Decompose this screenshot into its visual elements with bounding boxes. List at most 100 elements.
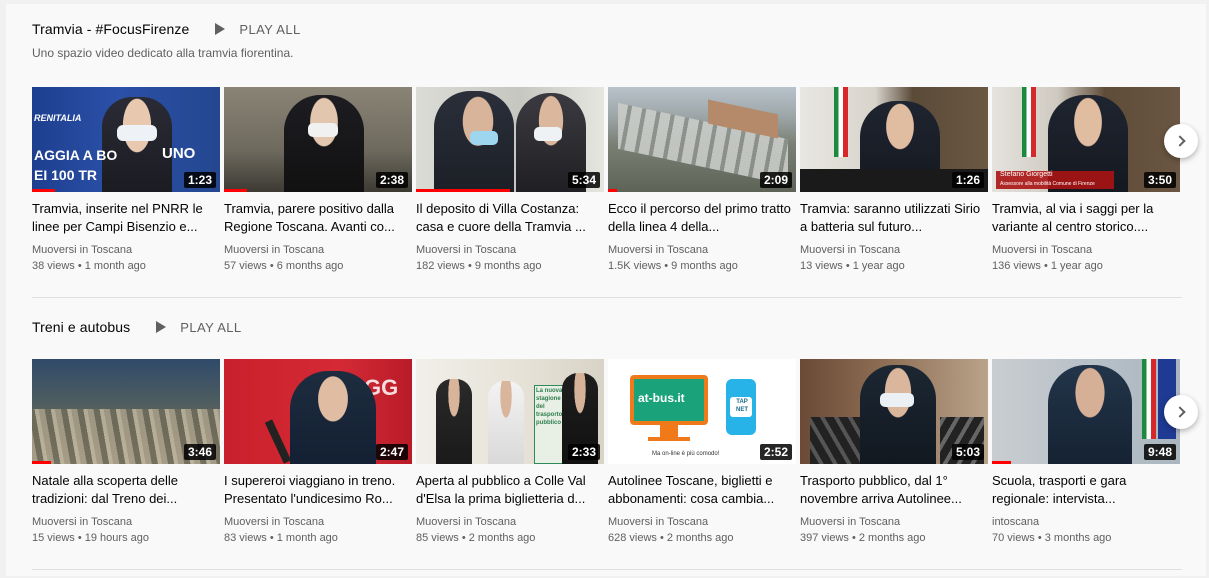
- video-duration: 2:33: [567, 444, 600, 460]
- video-row: RENITALIA AGGIA A BO UNO EI 100 TR 1:23 …: [32, 87, 1180, 274]
- video-duration: 2:47: [375, 444, 408, 460]
- thumb-text: TAP NET: [736, 399, 748, 413]
- channel-name[interactable]: Muoversi in Toscana: [416, 242, 604, 258]
- channel-name[interactable]: Muoversi in Toscana: [800, 514, 988, 530]
- video-duration: 2:38: [375, 172, 408, 188]
- video-meta: 83 views • 1 month ago: [224, 532, 338, 544]
- thumb-text: Ma on-line è più comodo!: [652, 451, 720, 457]
- watch-progress-bar: [32, 189, 55, 192]
- video-card[interactable]: 9:48 Scuola, trasporti e gara regionale:…: [992, 359, 1180, 546]
- channel-name[interactable]: Muoversi in Toscana: [608, 514, 796, 530]
- video-thumbnail[interactable]: 3:46: [32, 359, 220, 464]
- video-thumbnail[interactable]: Stefano Giorgetti Assessore alla mobilit…: [992, 87, 1180, 192]
- video-row: 3:46 Natale alla scoperta delle tradizio…: [32, 359, 1180, 546]
- shelf-title[interactable]: Treni e autobus: [32, 319, 130, 335]
- video-duration: 2:09: [759, 172, 792, 188]
- video-duration: 3:50: [1143, 172, 1176, 188]
- video-thumbnail[interactable]: RENITALIA AGGIA A BO UNO EI 100 TR 1:23: [32, 87, 220, 192]
- channel-name[interactable]: Muoversi in Toscana: [32, 514, 220, 530]
- video-meta: 1.5K views • 9 months ago: [608, 260, 738, 272]
- video-title[interactable]: Tramvia, parere positivo dalla Regione T…: [224, 200, 412, 236]
- video-thumbnail[interactable]: 5:34: [416, 87, 604, 192]
- watch-progress-bar: [32, 461, 51, 464]
- video-thumbnail[interactable]: 2:38: [224, 87, 412, 192]
- channel-name[interactable]: Muoversi in Toscana: [608, 242, 796, 258]
- watch-progress-bar: [608, 189, 618, 192]
- thumb-text: UNO: [162, 145, 196, 162]
- thumb-text: Assessore alla mobilità Comune di Firenz…: [1000, 181, 1095, 187]
- video-thumbnail[interactable]: 5:03: [800, 359, 988, 464]
- video-card[interactable]: RENITALIA AGGIA A BO UNO EI 100 TR 1:23 …: [32, 87, 220, 274]
- play-all-label: PLAY ALL: [239, 21, 301, 37]
- video-thumbnail[interactable]: La nuova stagione del trasporto pubblico…: [416, 359, 604, 464]
- video-card[interactable]: 5:34 Il deposito di Villa Costanza: casa…: [416, 87, 604, 274]
- channel-name[interactable]: Muoversi in Toscana: [416, 514, 604, 530]
- video-duration: 3:46: [183, 444, 216, 460]
- video-title[interactable]: Tramvia, al via i saggi per la variante …: [992, 200, 1180, 236]
- chevron-right-icon: [1173, 406, 1186, 418]
- video-thumbnail[interactable]: 1:26: [800, 87, 988, 192]
- video-title[interactable]: Trasporto pubblico, dal 1° novembre arri…: [800, 472, 988, 508]
- shelf-description: Uno spazio video dedicato alla tramvia f…: [32, 46, 294, 60]
- video-card[interactable]: 2:09 Ecco il percorso del primo tratto d…: [608, 87, 796, 274]
- video-meta: 38 views • 1 month ago: [32, 260, 146, 272]
- channel-name[interactable]: intoscana: [992, 514, 1180, 530]
- video-meta: 397 views • 2 months ago: [800, 532, 926, 544]
- channel-name[interactable]: Muoversi in Toscana: [224, 242, 412, 258]
- video-duration: 1:23: [183, 172, 216, 188]
- video-meta: 85 views • 2 months ago: [416, 532, 536, 544]
- channel-name[interactable]: Muoversi in Toscana: [224, 514, 412, 530]
- shelf-header: Treni e autobus PLAY ALL: [32, 316, 1182, 338]
- watch-progress-bar: [416, 189, 510, 192]
- video-meta: 15 views • 19 hours ago: [32, 532, 149, 544]
- video-card[interactable]: La nuova stagione del trasporto pubblico…: [416, 359, 604, 546]
- play-icon: [215, 23, 226, 35]
- video-card[interactable]: 2:38 Tramvia, parere positivo dalla Regi…: [224, 87, 412, 274]
- play-all-button[interactable]: PLAY ALL: [215, 22, 300, 37]
- chevron-right-icon: [1173, 135, 1186, 147]
- thumb-text: RENITALIA: [34, 113, 82, 123]
- video-thumbnail[interactable]: IAGG 2:47: [224, 359, 412, 464]
- play-all-button[interactable]: PLAY ALL: [156, 320, 241, 335]
- video-card[interactable]: at-bus.it TAP NET Ma on-line è più comod…: [608, 359, 796, 546]
- video-duration: 2:52: [759, 444, 792, 460]
- shelf-treni-autobus: Treni e autobus PLAY ALL 3:46 Natale all…: [32, 316, 1182, 544]
- shelf-divider: [32, 569, 1182, 570]
- play-all-label: PLAY ALL: [180, 319, 242, 335]
- video-thumbnail[interactable]: 9:48: [992, 359, 1180, 464]
- video-title[interactable]: Natale alla scoperta delle tradizioni: d…: [32, 472, 220, 508]
- channel-name[interactable]: Muoversi in Toscana: [800, 242, 988, 258]
- thumb-text: AGGIA A BO: [34, 147, 118, 163]
- video-title[interactable]: Tramvia, inserite nel PNRR le linee per …: [32, 200, 220, 236]
- video-duration: 9:48: [1143, 444, 1176, 460]
- shelf-header: Tramvia - #FocusFirenze PLAY ALL: [32, 18, 1182, 40]
- video-meta: 136 views • 1 year ago: [992, 260, 1103, 272]
- shelf-title[interactable]: Tramvia - #FocusFirenze: [32, 21, 189, 37]
- video-title[interactable]: Scuola, trasporti e gara regionale: inte…: [992, 472, 1180, 508]
- video-thumbnail[interactable]: at-bus.it TAP NET Ma on-line è più comod…: [608, 359, 796, 464]
- video-card[interactable]: Stefano Giorgetti Assessore alla mobilit…: [992, 87, 1180, 274]
- video-title[interactable]: Il deposito di Villa Costanza: casa e cu…: [416, 200, 604, 236]
- video-meta: 57 views • 6 months ago: [224, 260, 344, 272]
- channel-name[interactable]: Muoversi in Toscana: [992, 242, 1180, 258]
- video-title[interactable]: Tramvia: saranno utilizzati Sirio a batt…: [800, 200, 988, 236]
- video-duration: 5:03: [951, 444, 984, 460]
- video-card[interactable]: IAGG 2:47 I supereroi viaggiano in treno…: [224, 359, 412, 546]
- video-thumbnail[interactable]: 2:09: [608, 87, 796, 192]
- next-arrow-button[interactable]: [1164, 124, 1198, 158]
- video-title[interactable]: Autolinee Toscane, biglietti e abbonamen…: [608, 472, 796, 508]
- video-duration: 1:26: [951, 172, 984, 188]
- video-meta: 182 views • 9 months ago: [416, 260, 542, 272]
- video-title[interactable]: Aperta al pubblico a Colle Val d'Elsa la…: [416, 472, 604, 508]
- video-title[interactable]: Ecco il percorso del primo tratto della …: [608, 200, 796, 236]
- thumb-text: EI 100 TR: [34, 167, 98, 183]
- video-card[interactable]: 5:03 Trasporto pubblico, dal 1° novembre…: [800, 359, 988, 546]
- channel-page: Tramvia - #FocusFirenze PLAY ALL Uno spa…: [6, 4, 1206, 576]
- next-arrow-button[interactable]: [1164, 395, 1198, 429]
- video-title[interactable]: I supereroi viaggiano in treno. Presenta…: [224, 472, 412, 508]
- channel-name[interactable]: Muoversi in Toscana: [32, 242, 220, 258]
- video-card[interactable]: 1:26 Tramvia: saranno utilizzati Sirio a…: [800, 87, 988, 274]
- play-icon: [156, 321, 167, 333]
- video-duration: 5:34: [567, 172, 600, 188]
- video-card[interactable]: 3:46 Natale alla scoperta delle tradizio…: [32, 359, 220, 546]
